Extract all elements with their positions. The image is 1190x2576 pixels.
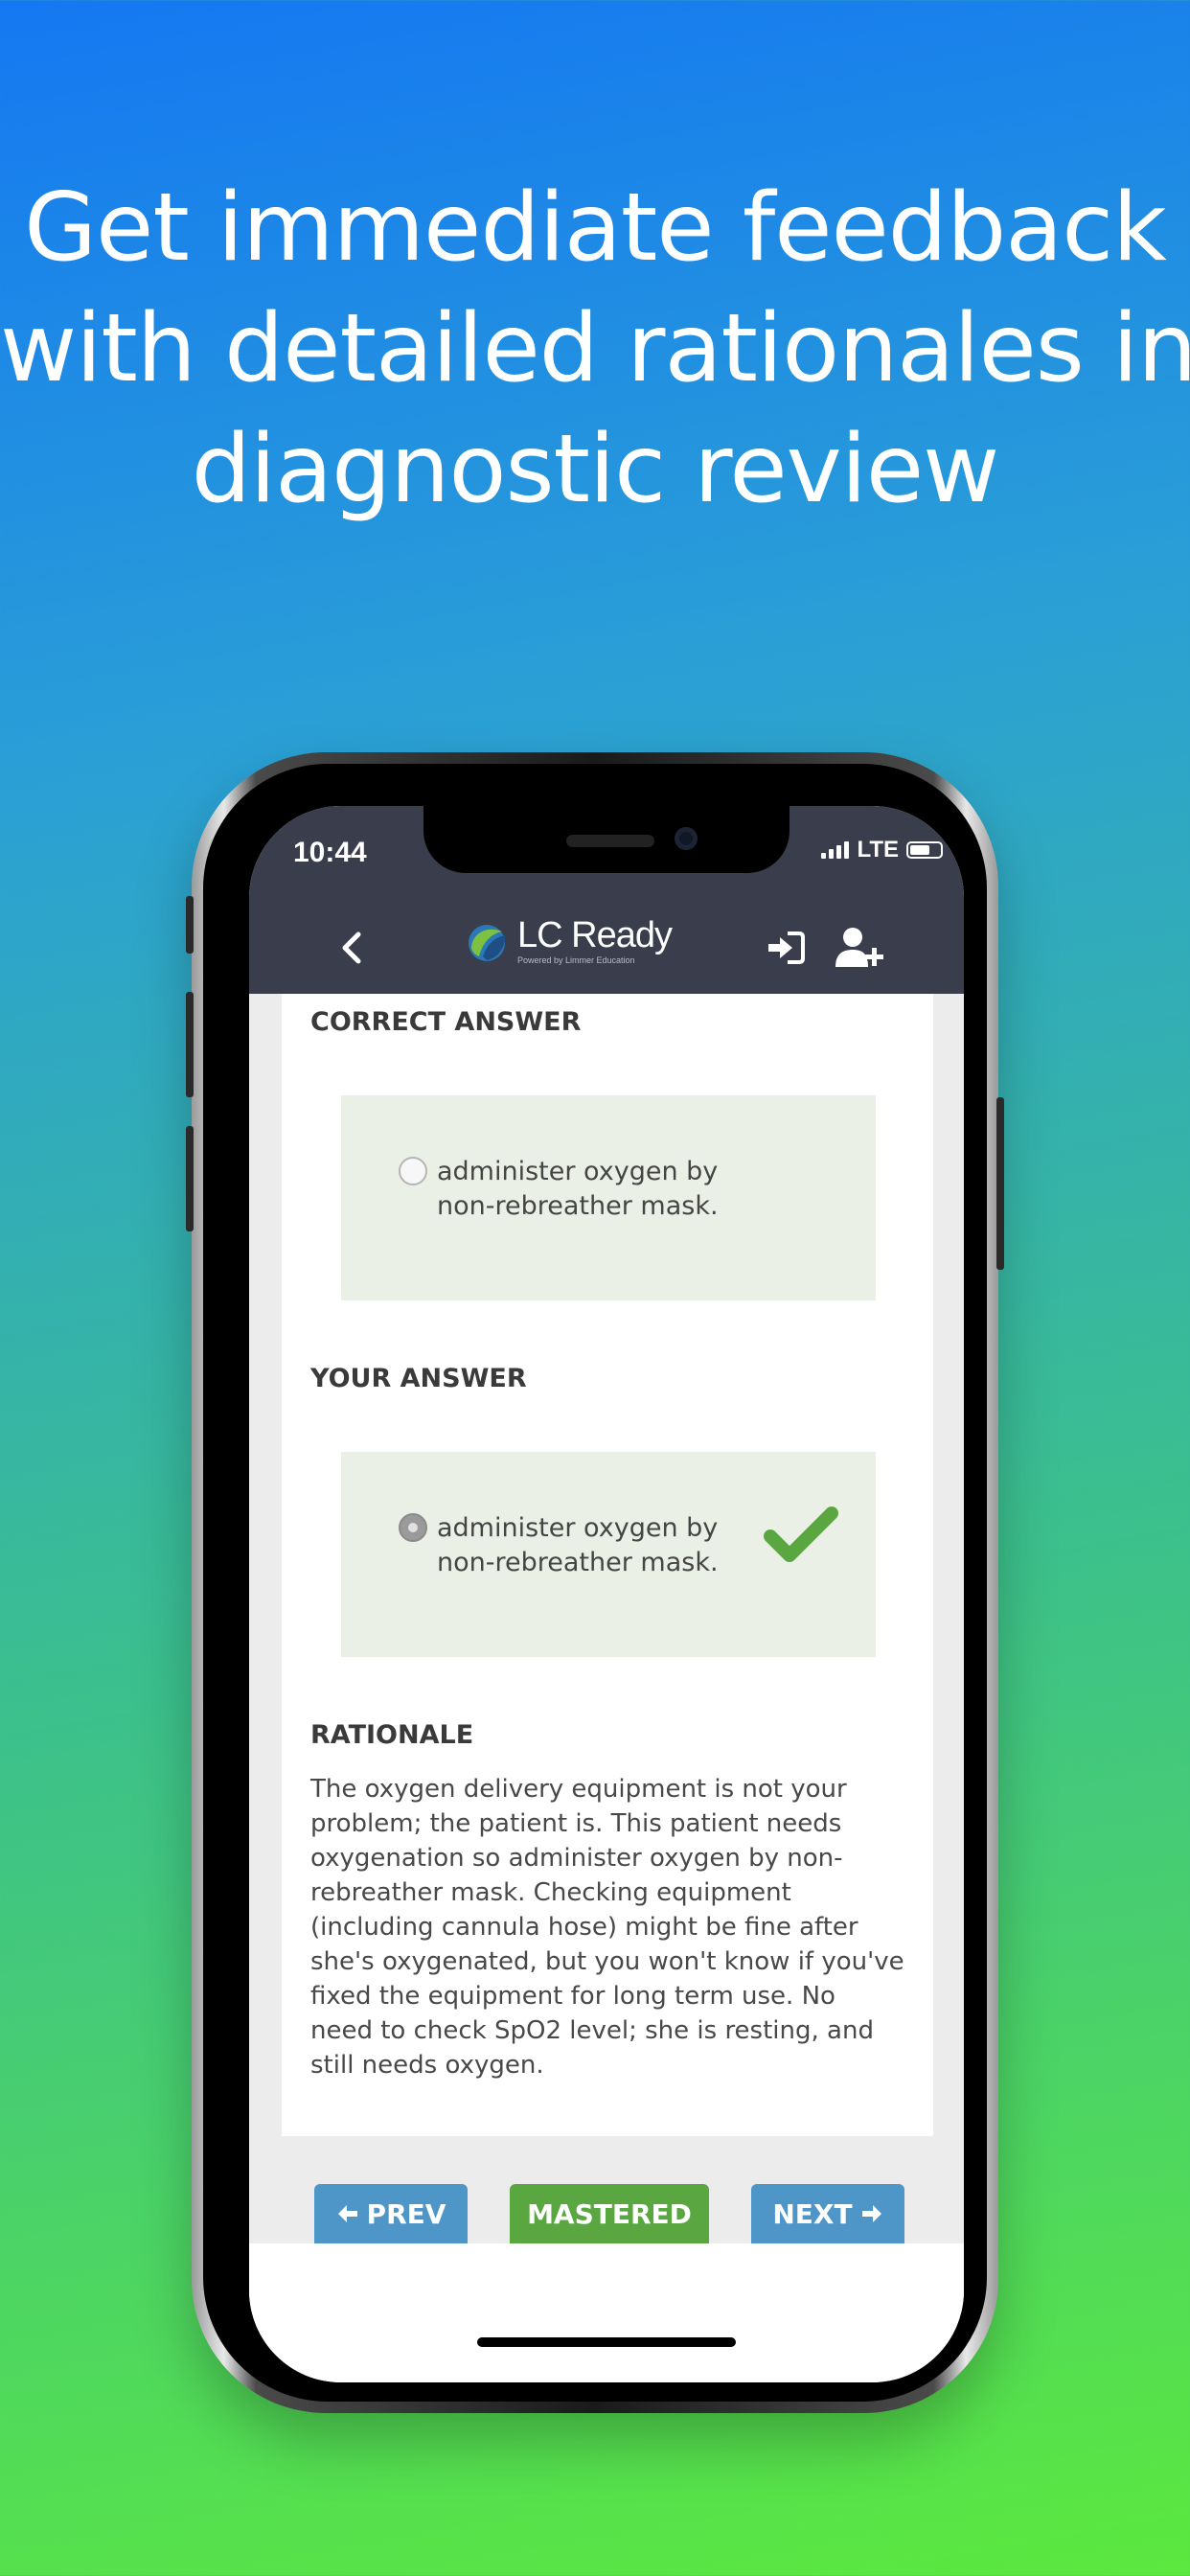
rationale-label: RATIONALE <box>310 1720 474 1750</box>
your-answer-box: administer oxygen by non-rebreather mask… <box>341 1452 876 1657</box>
phone-screen: 10:44 LTE LC Ready Powered by Limmer Edu… <box>249 806 964 2382</box>
app-navbar: LC Ready Powered by Limmer Education <box>249 902 964 994</box>
headline-line-2: with detailed rationales in <box>0 294 1190 403</box>
network-label: LTE <box>857 837 899 862</box>
logo-mark-icon <box>469 925 506 961</box>
status-bar: 10:44 LTE <box>249 806 964 902</box>
power-button <box>996 1097 1004 1270</box>
back-icon[interactable] <box>335 931 370 965</box>
battery-icon <box>906 841 943 859</box>
headline-line-1: Get immediate feedback <box>24 173 1167 283</box>
front-camera <box>675 827 698 850</box>
mastered-button[interactable]: MASTERED <box>510 2184 709 2243</box>
your-answer-label: YOUR ANSWER <box>310 1364 527 1393</box>
app-logo: LC Ready Powered by Limmer Education <box>464 915 673 965</box>
your-answer-text: administer oxygen by non-rebreather mask… <box>437 1513 719 1577</box>
status-time: 10:44 <box>293 837 367 868</box>
prev-button-label: PREV <box>366 2197 446 2230</box>
marketing-headline: Get immediate feedback with detailed rat… <box>0 168 1190 530</box>
correct-answer-box: administer oxygen by non-rebreather mask… <box>341 1095 876 1300</box>
correct-answer-text: administer oxygen by non-rebreather mask… <box>437 1157 719 1221</box>
next-button-label: NEXT <box>772 2197 853 2230</box>
rationale-text: The oxygen delivery equipment is not you… <box>310 1775 904 2080</box>
bottom-safe-area <box>249 2243 964 2382</box>
your-answer-radio <box>399 1513 427 1542</box>
home-indicator[interactable] <box>477 2337 736 2347</box>
logo-title: LC Ready <box>517 915 673 955</box>
headline-line-3: diagnostic review <box>191 415 1000 524</box>
mute-switch <box>186 896 194 954</box>
speaker <box>566 835 654 847</box>
prev-button[interactable]: PREV <box>314 2184 468 2243</box>
next-button[interactable]: NEXT <box>751 2184 904 2243</box>
login-icon[interactable] <box>767 931 805 965</box>
review-card: CORRECT ANSWER administer oxygen by non-… <box>282 994 933 2136</box>
correct-answer-radio <box>399 1157 427 1185</box>
mastered-button-label: MASTERED <box>527 2197 692 2230</box>
phone-frame: 10:44 LTE LC Ready Powered by Limmer Edu… <box>186 752 1004 2413</box>
notch <box>423 806 790 873</box>
add-user-icon[interactable] <box>835 927 885 969</box>
phone-bezel: 10:44 LTE LC Ready Powered by Limmer Edu… <box>203 764 987 2402</box>
arrow-right-icon <box>861 2205 881 2222</box>
correct-answer-label: CORRECT ANSWER <box>310 1007 582 1037</box>
arrow-left-icon <box>337 2205 357 2222</box>
checkmark-icon <box>764 1506 838 1562</box>
signal-icon <box>821 841 850 859</box>
volume-down-button <box>186 1126 194 1231</box>
status-indicators: LTE <box>821 837 943 863</box>
volume-up-button <box>186 992 194 1097</box>
logo-subtitle: Powered by Limmer Education <box>517 955 635 965</box>
